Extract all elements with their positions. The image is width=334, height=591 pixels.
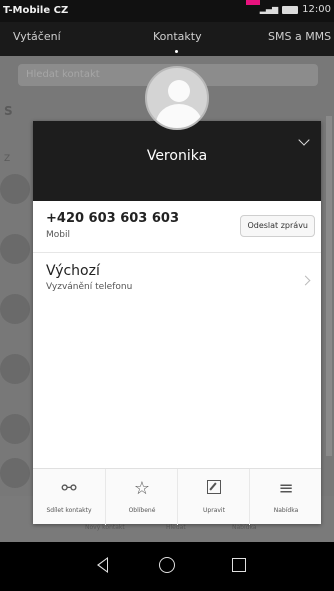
ringtone-label: Vyzvánění telefonu	[46, 282, 133, 292]
tab-messages[interactable]: SMS a MMS	[268, 30, 331, 43]
favorite-button[interactable]: ☆ Oblíbené	[105, 469, 177, 525]
back-icon[interactable]	[97, 557, 108, 573]
favorite-label: Oblíbené	[128, 507, 156, 514]
signal-icon: ▂▄▆	[259, 5, 279, 14]
menu-label: Nabídka	[273, 507, 299, 514]
edit-button[interactable]: Upravit	[177, 469, 249, 525]
tab-dialer[interactable]: Vytáčení	[13, 30, 61, 43]
avatar	[0, 174, 30, 204]
battery-icon	[282, 5, 299, 14]
avatar	[0, 234, 30, 264]
chevron-down-icon[interactable]	[298, 134, 310, 146]
share-label: Sdílet kontakty	[46, 507, 92, 514]
contact-name: Veronika	[146, 148, 208, 164]
ringtone-value: Výchozí	[46, 263, 100, 279]
menu-button[interactable]: ≡ Nabídka	[249, 469, 321, 525]
person-body	[156, 104, 202, 128]
send-message-button[interactable]: Odeslat zprávu	[240, 215, 315, 237]
star-icon: ☆	[133, 478, 151, 499]
menu-icon: ≡	[278, 478, 294, 499]
person-head	[168, 80, 190, 102]
phone-number[interactable]: +420 603 603 603	[46, 211, 179, 226]
tab-bar: Vytáčení Kontakty SMS a MMS	[0, 22, 334, 56]
clock: 12:00	[302, 4, 331, 15]
tab-contacts[interactable]: Kontakty	[153, 30, 202, 43]
search-label: Hledat	[166, 524, 186, 531]
new-contact-label: Nový kontakt	[85, 524, 125, 531]
share-icon: ⚯	[61, 478, 77, 499]
phone-row[interactable]: +420 603 603 603 Mobil Odeslat zprávu	[33, 201, 321, 253]
chevron-right-icon	[300, 275, 311, 286]
highlight-marker	[246, 0, 260, 5]
menu-label: Nabídka	[232, 524, 257, 531]
ringtone-row[interactable]: Výchozí Vyzvánění telefonu	[33, 253, 321, 305]
home-icon[interactable]	[159, 557, 175, 573]
section-letter: S	[4, 104, 13, 118]
share-contacts-button[interactable]: ⚯ Sdílet kontakty	[33, 469, 105, 525]
edit-label: Upravit	[203, 507, 225, 514]
carrier-name: T-Mobile CZ	[3, 5, 69, 16]
avatar	[0, 354, 30, 384]
avatar	[145, 66, 209, 130]
recent-apps-icon[interactable]	[232, 558, 246, 572]
status-bar: T-Mobile CZ ▂▄▆ 12:00	[0, 0, 334, 22]
avatar	[0, 294, 30, 324]
status-icons: ▂▄▆ 12:00	[260, 4, 331, 15]
alphabet-index	[326, 116, 332, 456]
contact-header: Veronika	[33, 121, 321, 201]
section-letter: Z	[4, 154, 11, 164]
navigation-bar	[0, 542, 334, 591]
avatar	[0, 458, 30, 488]
contact-card: Veronika +420 603 603 603 Mobil Odeslat …	[33, 66, 321, 525]
phone-type: Mobil	[46, 230, 70, 240]
contact-actions: ⚯ Sdílet kontakty ☆ Oblíbené Upravit ≡ N…	[33, 468, 321, 525]
edit-icon	[178, 479, 250, 499]
active-tab-indicator	[175, 50, 178, 53]
avatar	[0, 414, 30, 444]
